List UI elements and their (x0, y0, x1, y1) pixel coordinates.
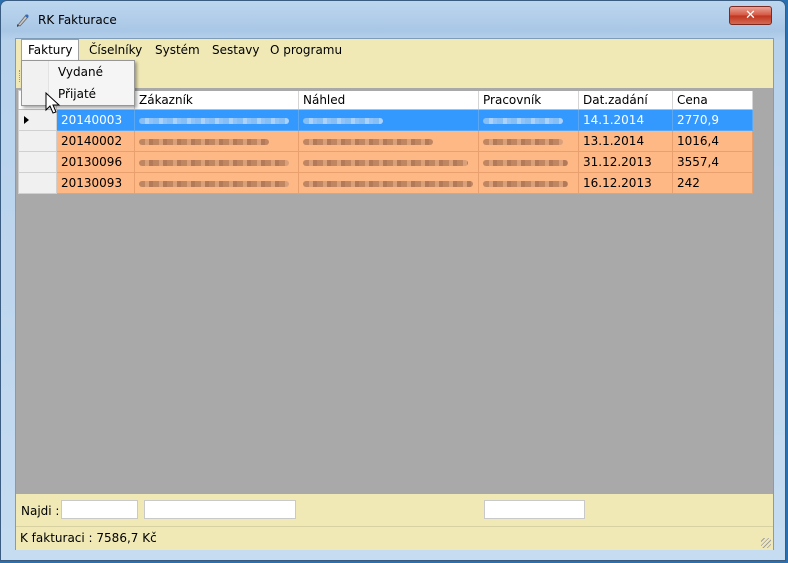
cell-number[interactable]: 20130096 (56, 151, 135, 173)
menu-item-prijate[interactable]: Přijaté (58, 83, 96, 105)
search-label: Najdi : (21, 504, 60, 518)
column-header-price[interactable]: Cena (672, 90, 753, 110)
redacted-text (139, 117, 289, 124)
current-row-arrow-icon (24, 116, 29, 124)
menu-o-programu[interactable]: O programu (264, 39, 348, 61)
cell-number[interactable]: 20140002 (56, 130, 135, 152)
resize-grip-icon[interactable] (761, 538, 771, 548)
redacted-text (483, 159, 568, 166)
faktury-dropdown-menu: Vydané Přijaté (21, 60, 135, 106)
redacted-text (483, 138, 563, 145)
cell-customer[interactable] (134, 130, 299, 152)
redacted-text (139, 138, 269, 145)
menu-faktury[interactable]: Faktury (21, 39, 80, 62)
cell-preview[interactable] (298, 130, 479, 152)
cell-date[interactable]: 16.12.2013 (578, 172, 673, 194)
redacted-text (139, 180, 289, 187)
cell-price[interactable]: 242 (672, 172, 753, 194)
cell-worker[interactable] (478, 130, 579, 152)
column-header-date[interactable]: Dat.zadání (578, 90, 673, 110)
invoice-grid: Zákazník Náhled Pracovník Dat.zadání Cen… (16, 88, 773, 494)
cell-date[interactable]: 14.1.2014 (578, 109, 673, 131)
table-row[interactable]: 20140003 14.1.2014 2770,9 (18, 109, 753, 131)
close-icon: ✕ (745, 8, 756, 23)
table-row[interactable]: 20130093 16.12.2013 242 (18, 172, 753, 194)
cell-customer[interactable] (134, 151, 299, 173)
cell-date[interactable]: 13.1.2014 (578, 130, 673, 152)
cell-worker[interactable] (478, 172, 579, 194)
search-worker-input[interactable] (484, 500, 585, 519)
status-bar: K fakturaci : 7586,7 Kč (16, 526, 773, 550)
menu-sestavy[interactable]: Sestavy (206, 39, 266, 61)
app-window: RK Fakturace ✕ Faktury Číselníky Systém … (0, 0, 786, 561)
table-row[interactable]: 20130096 31.12.2013 3557,4 (18, 151, 753, 173)
cell-price[interactable]: 1016,4 (672, 130, 753, 152)
row-selector[interactable] (18, 151, 57, 173)
cell-customer[interactable] (134, 172, 299, 194)
cell-preview[interactable] (298, 109, 479, 131)
redacted-text (483, 117, 563, 124)
cell-worker[interactable] (478, 151, 579, 173)
table-row[interactable]: 20140002 13.1.2014 1016,4 (18, 130, 753, 152)
menu-item-vydane[interactable]: Vydané (58, 61, 103, 83)
cell-worker[interactable] (478, 109, 579, 131)
close-button[interactable]: ✕ (729, 6, 772, 25)
cell-price[interactable]: 2770,9 (672, 109, 753, 131)
menu-system[interactable]: Systém (149, 39, 206, 61)
client-area: Faktury Číselníky Systém Sestavy O progr… (15, 38, 774, 550)
window-title: RK Fakturace (38, 13, 117, 27)
search-customer-input[interactable] (144, 500, 296, 519)
column-header-customer[interactable]: Zákazník (134, 90, 299, 110)
redacted-text (303, 159, 468, 166)
redacted-text (303, 117, 383, 124)
redacted-text (303, 180, 473, 187)
app-icon (15, 12, 31, 28)
search-number-input[interactable] (61, 500, 138, 519)
row-selector[interactable] (18, 172, 57, 194)
cell-preview[interactable] (298, 151, 479, 173)
cell-customer[interactable] (134, 109, 299, 131)
row-selector[interactable] (18, 130, 57, 152)
cell-number[interactable]: 20140003 (56, 109, 135, 131)
redacted-text (303, 138, 433, 145)
cell-price[interactable]: 3557,4 (672, 151, 753, 173)
menu-ciselniky[interactable]: Číselníky (83, 39, 148, 61)
column-header-worker[interactable]: Pracovník (478, 90, 579, 110)
cell-date[interactable]: 31.12.2013 (578, 151, 673, 173)
status-total: K fakturaci : 7586,7 Kč (20, 531, 157, 545)
column-header-preview[interactable]: Náhled (298, 90, 479, 110)
cell-preview[interactable] (298, 172, 479, 194)
search-bar: Najdi : (16, 494, 773, 526)
redacted-text (139, 159, 289, 166)
redacted-text (483, 180, 568, 187)
title-bar[interactable]: RK Fakturace ✕ (1, 1, 787, 35)
cell-number[interactable]: 20130093 (56, 172, 135, 194)
